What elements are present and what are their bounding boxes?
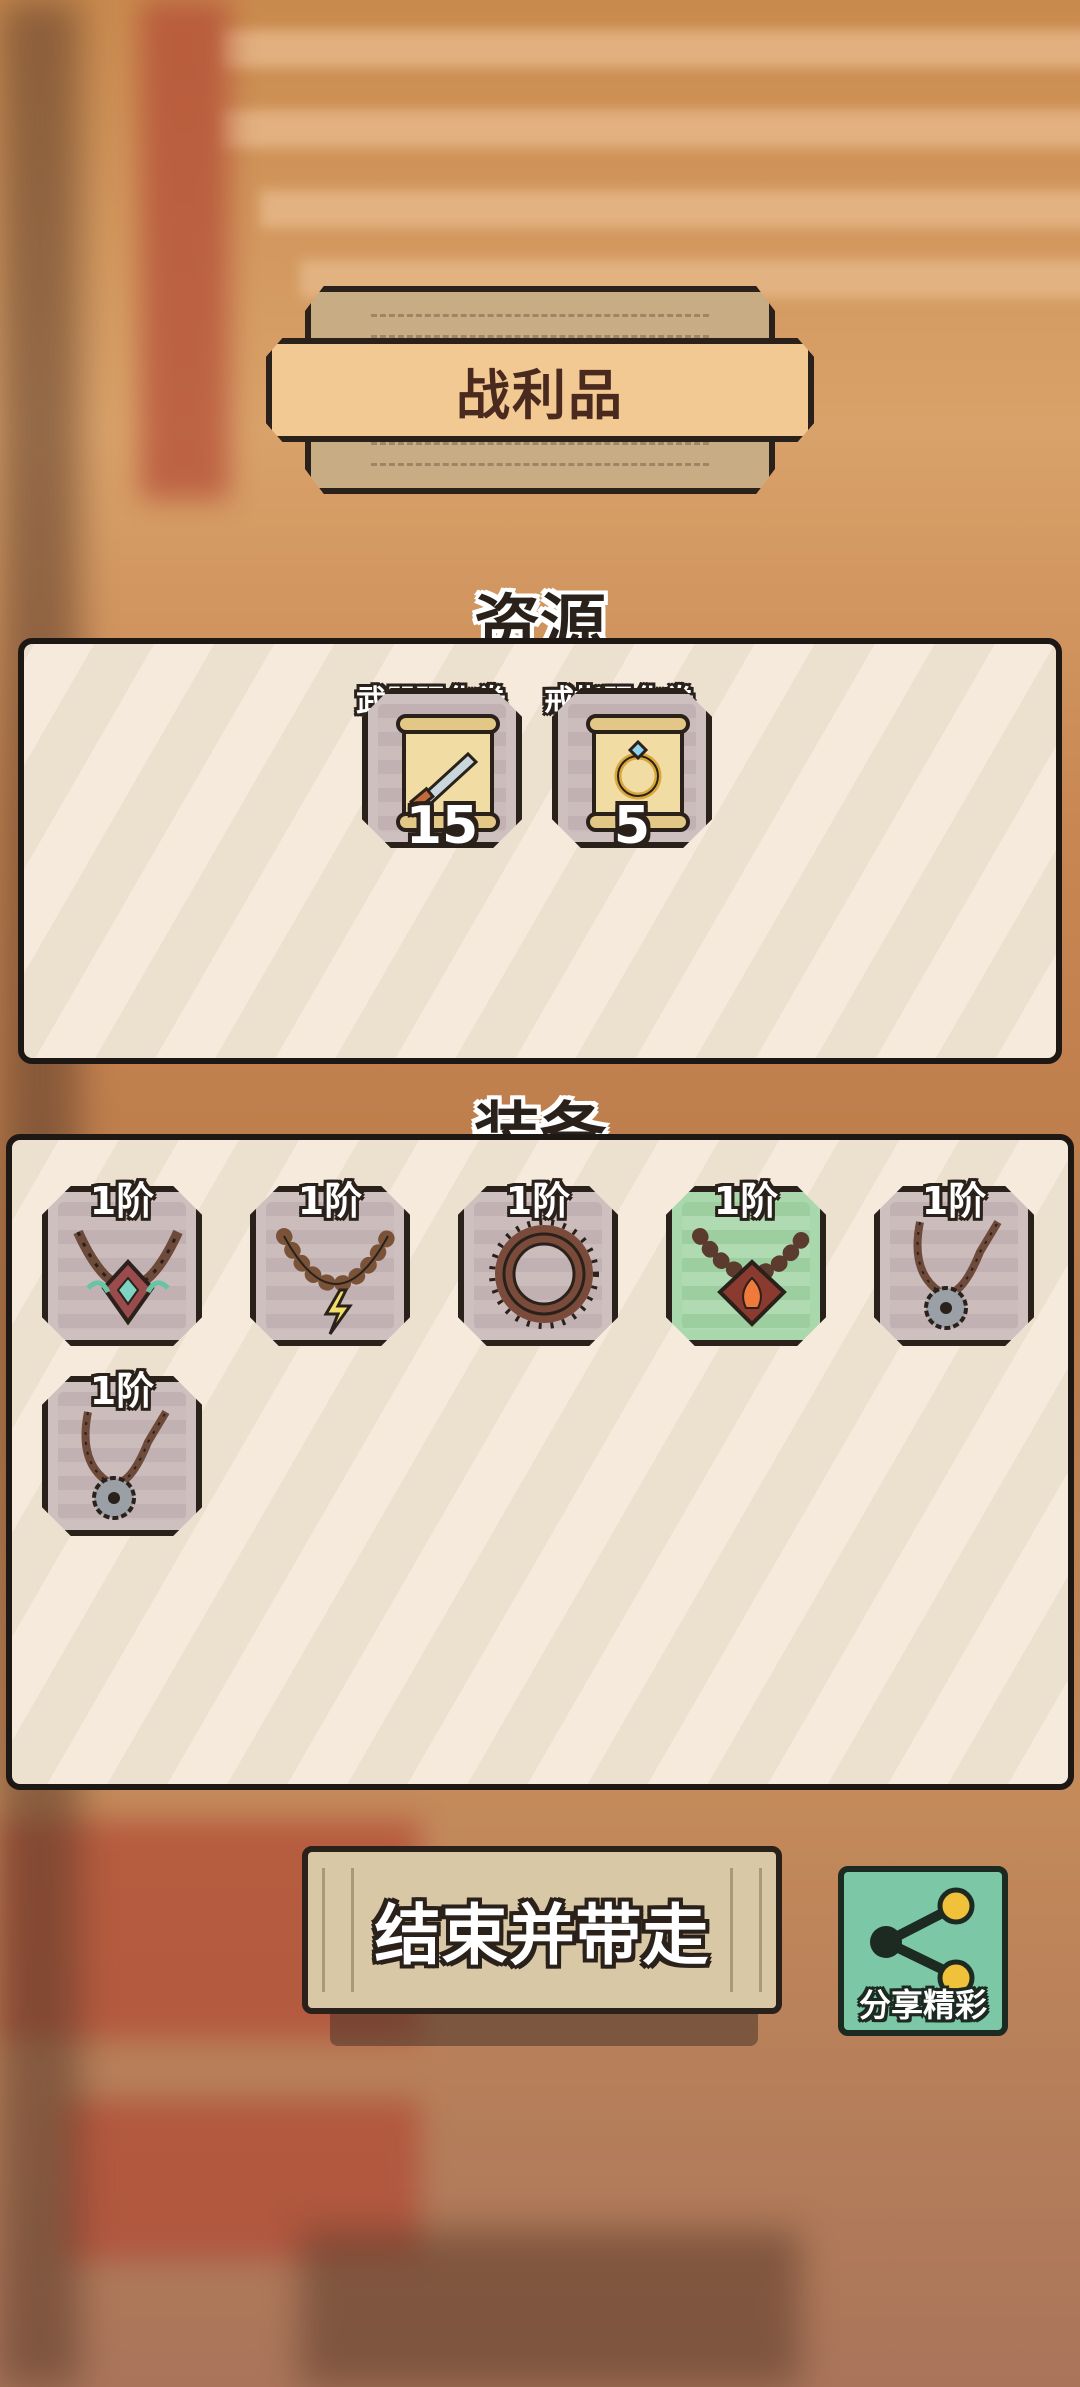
resource-count: 15: [405, 796, 479, 856]
resource-count: 5: [613, 796, 651, 856]
tier-label: 1阶: [89, 1369, 155, 1413]
share-icon: [870, 1887, 975, 1997]
tier-label: 1阶: [713, 1179, 779, 1223]
tier-label: 1阶: [297, 1179, 363, 1223]
share-button-label: 分享精彩: [858, 1986, 987, 2024]
page-title: 战利品: [456, 363, 624, 427]
resources-panel: [18, 638, 1062, 1064]
tier-label: 1阶: [89, 1179, 155, 1223]
title-banner: 战利品: [266, 338, 814, 442]
tier-label: 1阶: [921, 1179, 987, 1223]
share-button[interactable]: 分享精彩: [838, 1866, 1008, 2036]
tier-label: 1阶: [505, 1179, 571, 1223]
end-button-label: 结束并带走: [374, 1897, 710, 1974]
end-and-take-button[interactable]: 结束并带走: [302, 1846, 782, 2014]
button-ornament: [730, 1868, 762, 1992]
button-ornament: [322, 1868, 354, 1992]
